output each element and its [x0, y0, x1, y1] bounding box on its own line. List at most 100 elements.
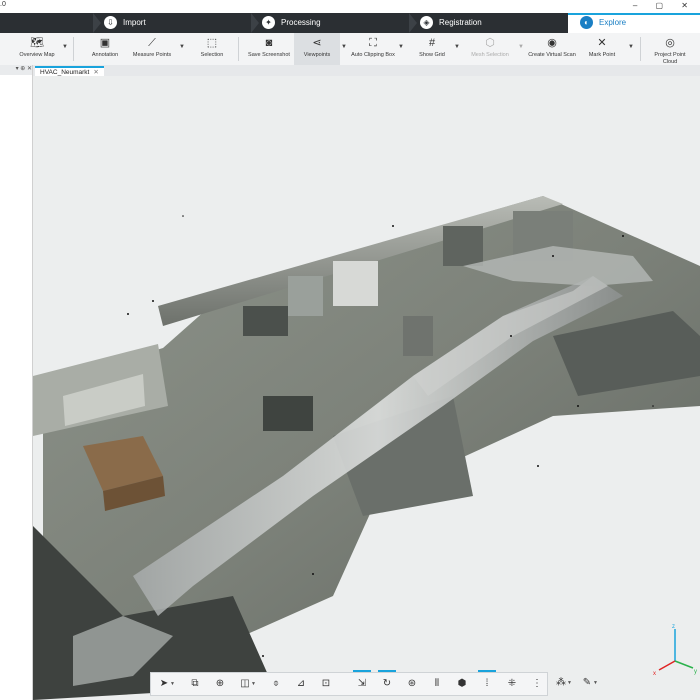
cut-plane-icon: ⊡ — [321, 678, 331, 689]
annotation-button[interactable]: ▣ Annotation — [84, 33, 126, 65]
palette-icon: ✎ — [582, 677, 592, 688]
registration-icon: ◈ — [420, 16, 433, 29]
equipment-block — [288, 276, 323, 316]
y-axis-label: y — [694, 669, 697, 675]
create-virtual-scan-button[interactable]: ◉ Create Virtual Scan — [526, 33, 578, 65]
tab-explore[interactable]: ◐ Explore — [568, 13, 700, 33]
equipment-block — [403, 316, 433, 356]
x-axis-label: x — [653, 671, 656, 677]
selection-button[interactable]: ⬚ Selection — [194, 33, 230, 65]
main-tab-bar: ⇩ Import ✦ Processing ◈ Registration ◐ E… — [0, 13, 700, 33]
save-screenshot-label: Save Screenshot — [248, 52, 290, 58]
viewpoints-dropdown[interactable]: ▼ — [341, 44, 347, 50]
window-controls[interactable]: – ▢ ✕ — [633, 1, 696, 10]
navigate-icon: ➤ — [159, 678, 169, 689]
selection-icon: ⬚ — [206, 37, 218, 49]
ruler-icon: ⊿ — [296, 678, 306, 689]
selection-label: Selection — [200, 52, 224, 58]
tab-registration-label: Registration — [439, 18, 482, 27]
virtual-scan-icon: ◉ — [547, 37, 557, 49]
measure-icon: ⟋ — [148, 37, 156, 49]
project-icon: ◎ — [665, 37, 675, 49]
display-options-group: ⁂ ▼ ✎ ▼ — [550, 672, 598, 694]
3d-viewport[interactable] — [33, 76, 700, 700]
tab-registration[interactable]: ◈ Registration — [420, 13, 560, 33]
view-navigation-toolbar: ➤ ▼ ⧉ ⊕ ◫ ▼ ⌽ ⊿ ⊡ ⇲ ↻ ⊛ ⦀ ⬢ ⁞ ⁜ ⋮ — [150, 670, 548, 696]
mark-point-label: Mark Point — [588, 52, 616, 58]
show-grid-label: Show Grid — [419, 52, 445, 58]
explore-icon: ◐ — [580, 16, 593, 29]
annotation-label: Annotation — [91, 52, 119, 58]
version-text: .0 — [0, 1, 6, 8]
equipment-block — [333, 261, 378, 306]
navigate-button[interactable]: ➤ ▼ — [153, 673, 175, 695]
orbit-button[interactable]: ⌽ — [265, 673, 287, 695]
scan-icon: ⁞ — [485, 678, 489, 689]
map-icon: 🗺︎ — [30, 37, 44, 49]
tab-processing[interactable]: ✦ Processing — [262, 13, 402, 33]
cube-view-button[interactable]: ◫ ▼ — [234, 673, 256, 695]
measure-points-button[interactable]: ⟋ Measure Points — [130, 33, 174, 65]
tab-import-label: Import — [123, 18, 146, 27]
refresh-button[interactable]: ↻ — [376, 670, 398, 695]
view-box-icon: ⧉ — [191, 678, 199, 689]
save-screenshot-button[interactable]: ◙ Save Screenshot — [246, 33, 292, 65]
z-axis-label: z — [672, 624, 675, 630]
select-points-button[interactable]: ⇲ — [351, 670, 373, 695]
view-box-button[interactable]: ⧉ — [184, 673, 206, 695]
mesh-selection-dropdown[interactable]: ▼ — [518, 44, 524, 50]
compass-button[interactable]: ⊛ — [401, 673, 423, 695]
tab-import[interactable]: ⇩ Import — [104, 13, 244, 33]
auto-clipping-box-dropdown[interactable]: ▼ — [398, 44, 404, 50]
tab-divider — [93, 13, 101, 33]
palette-button[interactable]: ✎ ▼ — [576, 672, 598, 694]
viewpoints-button[interactable]: ⋖ Viewpoints — [294, 33, 340, 65]
clip-box-button[interactable]: ⦀ — [426, 673, 448, 695]
cube-icon: ⬢ — [457, 678, 467, 689]
zoom-icon: ⊕ — [215, 678, 225, 689]
active-tab-indicator — [568, 13, 700, 15]
colors-button[interactable]: ⁂ ▼ — [550, 672, 572, 694]
mesh-selection-button[interactable]: ⬡ Mesh Selection — [466, 33, 514, 65]
grid-dots-button[interactable]: ⋮ — [526, 673, 548, 695]
intensity-button[interactable]: ⁜ — [501, 673, 523, 695]
scan-button[interactable]: ⁞ — [476, 670, 498, 695]
active-indicator — [378, 670, 396, 672]
mark-point-button[interactable]: ✕ Mark Point — [584, 33, 620, 65]
toolbar-separator — [640, 37, 641, 61]
ribbon-toolbar: 🗺︎ Overview Map ▼ ▣ Annotation ⟋ Measure… — [0, 33, 700, 66]
clip-box-icon: ⦀ — [434, 678, 440, 689]
overview-map-label: Overview Map — [19, 52, 55, 58]
zoom-button[interactable]: ⊕ — [209, 673, 231, 695]
ruler-button[interactable]: ⊿ — [290, 673, 312, 695]
clipping-box-icon: ⛶ — [369, 37, 377, 49]
mesh-icon: ⬡ — [485, 37, 495, 49]
tab-divider — [409, 13, 417, 33]
tab-divider — [251, 13, 259, 33]
select-points-icon: ⇲ — [357, 678, 367, 689]
viewpoints-icon: ⋖ — [312, 37, 322, 49]
import-icon: ⇩ — [104, 16, 117, 29]
show-grid-button[interactable]: # Show Grid — [414, 33, 450, 65]
show-grid-dropdown[interactable]: ▼ — [454, 44, 460, 50]
active-indicator — [478, 670, 496, 672]
equipment-block — [243, 306, 288, 336]
document-tab-bar: HVAC_Neumarkt ✕ — [33, 65, 700, 78]
auto-clipping-box-button[interactable]: ⛶ Auto Clipping Box — [350, 33, 396, 65]
pane-header-controls[interactable]: ▾ ⊕ ✕ — [0, 65, 32, 75]
cut-plane-button[interactable]: ⊡ — [315, 673, 337, 695]
cube-button[interactable]: ⬢ — [451, 673, 473, 695]
project-point-cloud-button[interactable]: ◎ Project Point Cloud — [648, 33, 692, 65]
measure-points-dropdown[interactable]: ▼ — [179, 44, 185, 50]
overview-map-dropdown[interactable]: ▼ — [62, 44, 68, 50]
mark-point-dropdown[interactable]: ▼ — [628, 44, 634, 50]
x-axis-line — [658, 660, 676, 671]
close-icon[interactable]: ✕ — [93, 69, 98, 76]
overview-map-button[interactable]: 🗺︎ Overview Map — [14, 33, 60, 65]
tab-processing-label: Processing — [281, 18, 321, 27]
colors-icon: ⁂ — [556, 677, 566, 688]
equipment-block — [443, 226, 483, 266]
compass-icon: ⊛ — [407, 678, 417, 689]
viewpoints-label: Viewpoints — [303, 52, 331, 58]
grid-icon: # — [428, 37, 436, 49]
